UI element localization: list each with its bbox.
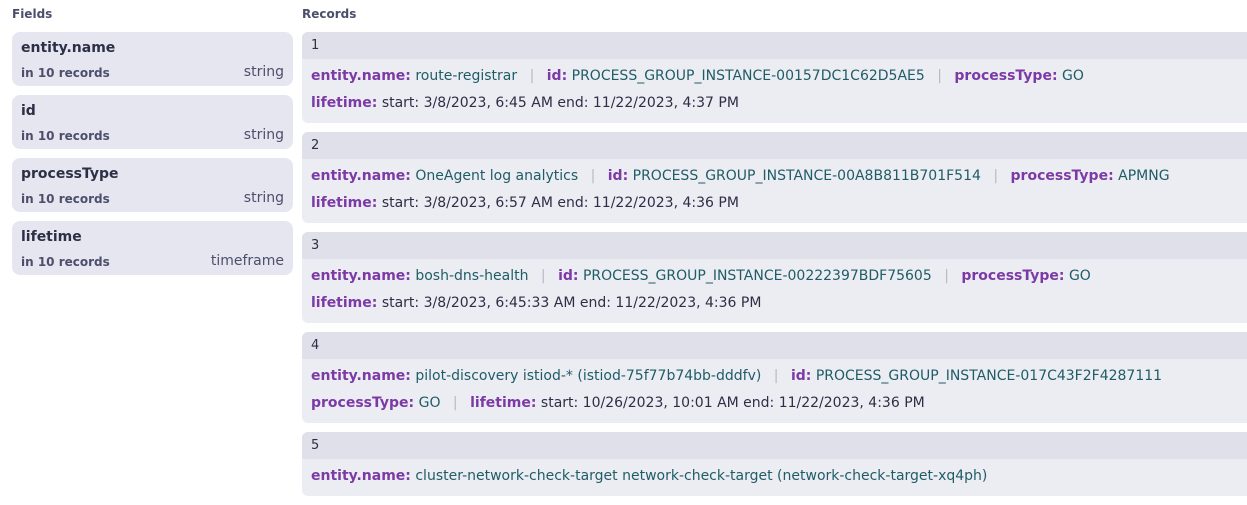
lifetime-key: lifetime: xyxy=(311,195,378,211)
record-card[interactable]: 5 entity.name: cluster-network-check-tar… xyxy=(302,432,1247,496)
entity-name-value[interactable]: OneAgent log analytics xyxy=(415,168,578,184)
entity-name-key: entity.name: xyxy=(311,368,411,384)
process-type-value[interactable]: APMNG xyxy=(1118,168,1169,184)
records-list: 1 entity.name: route-registrar | id: PRO… xyxy=(302,32,1247,505)
field-name: processType xyxy=(21,166,119,182)
field-record-count: in 10 records xyxy=(21,255,110,269)
separator: | xyxy=(590,168,596,184)
lifetime-key: lifetime: xyxy=(311,295,378,311)
separator: | xyxy=(540,268,546,284)
field-type: string xyxy=(243,127,284,143)
field-record-count: in 10 records xyxy=(21,192,110,206)
record-card[interactable]: 2 entity.name: OneAgent log analytics | … xyxy=(302,132,1247,223)
record-card[interactable]: 1 entity.name: route-registrar | id: PRO… xyxy=(302,32,1247,123)
entity-name-key: entity.name: xyxy=(311,68,411,84)
separator: | xyxy=(529,68,535,84)
field-type: string xyxy=(243,190,284,206)
records-heading: Records xyxy=(302,7,357,21)
id-value[interactable]: PROCESS_GROUP_INSTANCE-017C43F2F4287111 xyxy=(816,368,1162,384)
entity-name-key: entity.name: xyxy=(311,468,411,484)
entity-name-key: entity.name: xyxy=(311,268,411,284)
field-name: entity.name xyxy=(21,40,116,56)
record-index: 4 xyxy=(302,332,1247,359)
separator: | xyxy=(773,368,779,384)
record-card[interactable]: 4 entity.name: pilot-discovery istiod-* … xyxy=(302,332,1247,423)
id-value[interactable]: PROCESS_GROUP_INSTANCE-00157DC1C62D5AE5 xyxy=(572,68,925,84)
process-type-key: processType: xyxy=(1010,168,1114,184)
id-key: id: xyxy=(546,68,568,84)
entity-name-key: entity.name: xyxy=(311,168,411,184)
entity-name-value[interactable]: bosh-dns-health xyxy=(415,268,528,284)
process-type-value[interactable]: GO xyxy=(419,395,441,411)
id-key: id: xyxy=(790,368,812,384)
lifetime-value[interactable]: start: 3/8/2023, 6:45:33 AM end: 11/22/2… xyxy=(382,295,762,311)
process-type-key: processType: xyxy=(954,68,1058,84)
lifetime-value[interactable]: start: 10/26/2023, 10:01 AM end: 11/22/2… xyxy=(541,395,925,411)
field-type: timeframe xyxy=(210,253,284,269)
field-card-lifetime[interactable]: lifetime in 10 records timeframe xyxy=(12,221,293,275)
separator: | xyxy=(452,395,458,411)
lifetime-value[interactable]: start: 3/8/2023, 6:45 AM end: 11/22/2023… xyxy=(382,95,739,111)
record-index: 5 xyxy=(302,432,1247,459)
record-index: 3 xyxy=(302,232,1247,259)
entity-name-value[interactable]: cluster-network-check-target network-che… xyxy=(415,468,987,484)
record-card[interactable]: 3 entity.name: bosh-dns-health | id: PRO… xyxy=(302,232,1247,323)
entity-name-value[interactable]: route-registrar xyxy=(415,68,517,84)
lifetime-key: lifetime: xyxy=(470,395,537,411)
process-type-key: processType: xyxy=(311,395,415,411)
id-value[interactable]: PROCESS_GROUP_INSTANCE-00222397BDF75605 xyxy=(583,268,932,284)
id-key: id: xyxy=(558,268,579,284)
lifetime-value[interactable]: start: 3/8/2023, 6:57 AM end: 11/22/2023… xyxy=(382,195,739,211)
field-type: string xyxy=(243,64,284,80)
fields-list: entity.name in 10 records string id in 1… xyxy=(12,32,293,284)
id-key: id: xyxy=(607,168,629,184)
field-name: lifetime xyxy=(21,229,82,245)
lifetime-key: lifetime: xyxy=(311,95,378,111)
id-value[interactable]: PROCESS_GROUP_INSTANCE-00A8B811B701F514 xyxy=(633,168,981,184)
entity-name-value[interactable]: pilot-discovery istiod-* (istiod-75f77b7… xyxy=(415,368,761,384)
separator: | xyxy=(937,68,942,84)
field-record-count: in 10 records xyxy=(21,66,110,80)
field-card-id[interactable]: id in 10 records string xyxy=(12,95,293,149)
process-type-value[interactable]: GO xyxy=(1062,68,1084,84)
field-record-count: in 10 records xyxy=(21,129,110,143)
separator: | xyxy=(944,268,949,284)
process-type-value[interactable]: GO xyxy=(1069,268,1091,284)
field-card-process-type[interactable]: processType in 10 records string xyxy=(12,158,293,212)
field-card-entity-name[interactable]: entity.name in 10 records string xyxy=(12,32,293,86)
fields-heading: Fields xyxy=(12,7,53,21)
record-index: 1 xyxy=(302,32,1247,59)
record-index: 2 xyxy=(302,132,1247,159)
field-name: id xyxy=(21,103,36,119)
separator: | xyxy=(993,168,999,184)
process-type-key: processType: xyxy=(961,268,1065,284)
